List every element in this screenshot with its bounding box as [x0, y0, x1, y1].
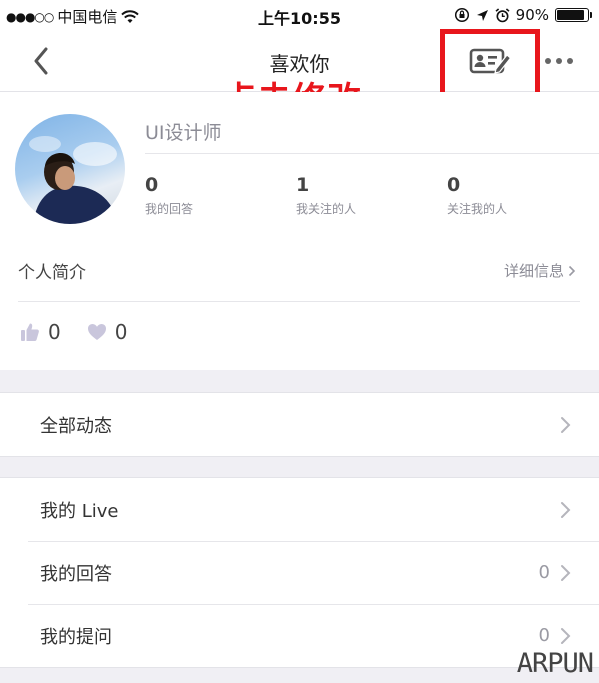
watermark: ARPUN [516, 648, 594, 679]
like-count: 0 [20, 320, 61, 344]
profile-name: UI设计师 [145, 122, 222, 144]
battery-fill [557, 10, 584, 20]
intro-detail-link[interactable]: 详细信息 [504, 260, 576, 281]
more-dot [567, 58, 573, 64]
stat-label: 我关注的人 [296, 202, 357, 216]
menu-section: 我的 Live 我的回答 0 我的提问 0 [0, 477, 599, 668]
status-bar: ●●●○○ 中国电信 上午10:55 90% [0, 0, 599, 30]
row-label: 我的回答 [40, 563, 112, 585]
stat-value: 0 [447, 174, 461, 196]
intro-detail-label: 详细信息 [503, 262, 564, 280]
intro-label: 个人简介 [18, 263, 86, 283]
stat-my-answers[interactable]: 0 我的回答 [145, 174, 193, 217]
chevron-right-icon [561, 564, 571, 581]
annotation-highlight-box [440, 29, 540, 101]
heart-value: 0 [114, 320, 128, 344]
more-dot [545, 58, 551, 64]
status-right: 90% [454, 6, 592, 24]
menu-row-answers[interactable]: 我的回答 0 [0, 541, 599, 604]
chevron-right-icon [561, 416, 571, 433]
stat-followers[interactable]: 0 关注我的人 [447, 174, 507, 217]
row-right: 0 [539, 541, 571, 604]
all-activity-row[interactable]: 全部动态 [0, 393, 599, 456]
intro-row[interactable]: 个人简介 详细信息 [18, 254, 580, 302]
battery-icon [555, 8, 592, 22]
battery-percent: 90% [515, 6, 549, 24]
chevron-right-icon [561, 501, 571, 518]
more-dot [556, 58, 562, 64]
stat-label: 关注我的人 [447, 202, 508, 216]
row-count: 0 [538, 625, 550, 646]
avatar[interactable] [15, 114, 125, 224]
row-label: 我的提问 [40, 626, 112, 648]
stat-label: 我的回答 [145, 202, 194, 216]
row-count: 0 [538, 562, 550, 583]
row-right [550, 478, 571, 541]
stat-value: 1 [296, 174, 310, 196]
activity-section: 全部动态 [0, 392, 599, 457]
row-right [560, 393, 571, 456]
like-value: 0 [48, 320, 61, 344]
row-label: 我的 Live [40, 500, 119, 522]
menu-row-live[interactable]: 我的 Live [0, 478, 599, 541]
stat-following[interactable]: 1 我关注的人 [296, 174, 356, 217]
more-button[interactable] [541, 48, 577, 74]
stat-value: 0 [145, 174, 159, 196]
reactions: 0 0 [20, 320, 127, 344]
heart-count: 0 [87, 320, 128, 344]
chevron-right-icon [561, 627, 571, 644]
alarm-icon [495, 7, 510, 22]
heart-icon [87, 324, 106, 340]
divider [145, 153, 599, 154]
avatar-photo [29, 136, 119, 224]
thumbs-up-icon [21, 323, 39, 341]
row-label: 全部动态 [40, 415, 112, 437]
location-arrow-icon [476, 9, 488, 21]
rotation-lock-icon [454, 7, 469, 23]
menu-row-questions[interactable]: 我的提问 0 [0, 604, 599, 667]
chevron-right-icon [568, 265, 576, 276]
profile-card: UI设计师 0 我的回答 1 我关注的人 0 关注我的人 个人简介 详细信息 0 [0, 92, 599, 370]
